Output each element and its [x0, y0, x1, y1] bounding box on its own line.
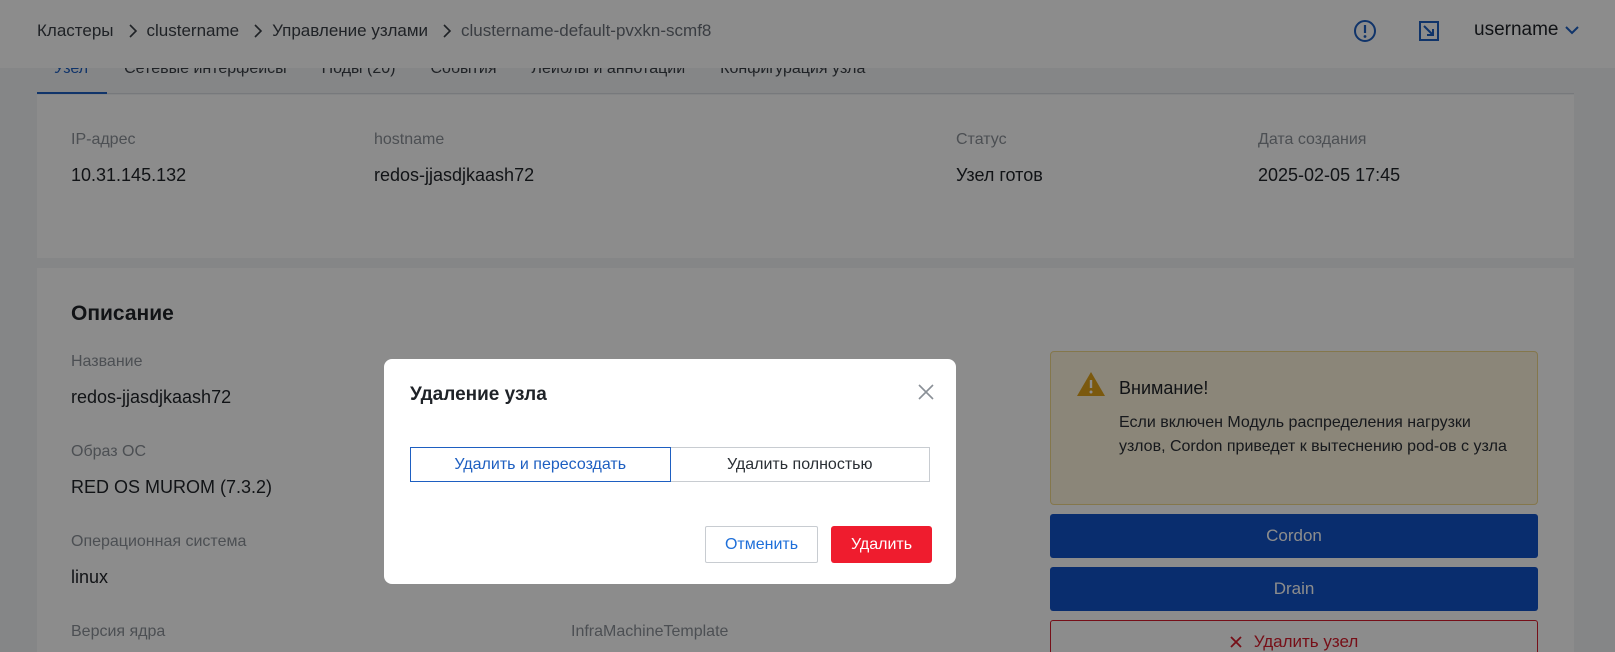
- delete-mode-toggle: Удалить и пересоздать Удалить полностью: [410, 447, 930, 482]
- option-delete-full[interactable]: Удалить полностью: [670, 447, 930, 482]
- confirm-delete-button[interactable]: Удалить: [831, 526, 932, 563]
- cancel-button[interactable]: Отменить: [705, 526, 818, 563]
- modal-title: Удаление узла: [410, 384, 547, 405]
- option-delete-recreate[interactable]: Удалить и пересоздать: [410, 447, 671, 482]
- delete-node-modal: Удаление узла Удалить и пересоздать Удал…: [384, 359, 956, 584]
- close-icon[interactable]: [915, 381, 937, 403]
